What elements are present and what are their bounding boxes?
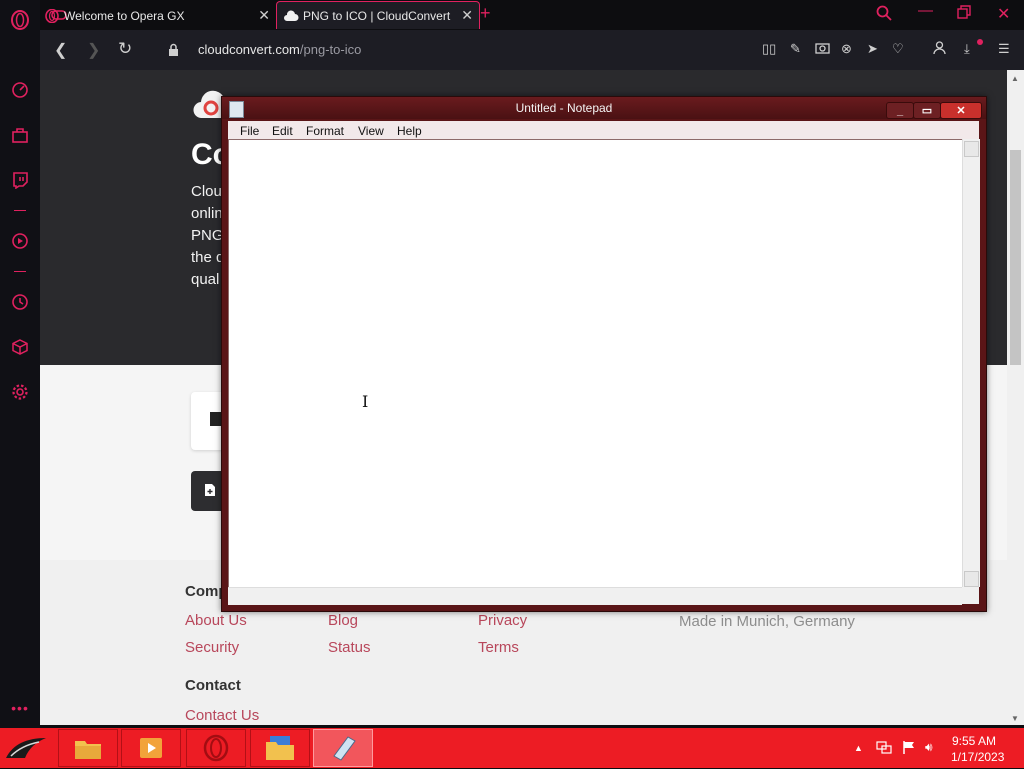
cloud-tab-icon — [283, 8, 299, 24]
text-cursor-icon: I — [362, 392, 369, 411]
rog-start-icon[interactable] — [3, 732, 49, 764]
menu-help[interactable]: Help — [397, 124, 422, 138]
menu-file[interactable]: File — [240, 124, 259, 138]
opera-logo-icon[interactable] — [10, 10, 30, 30]
opera-sidebar: ••• — [0, 0, 40, 728]
footer-link-security[interactable]: Security — [185, 639, 239, 656]
tab-cloudconvert[interactable]: PNG to ICO | CloudConvert ✕ — [276, 1, 480, 29]
notepad-vertical-scrollbar[interactable] — [962, 139, 980, 587]
edit-icon[interactable]: ✎ — [790, 41, 801, 57]
tab-close-icon[interactable]: ✕ — [258, 7, 270, 24]
menu-edit[interactable]: Edit — [272, 124, 293, 138]
minimize-icon[interactable]: — — [918, 2, 933, 19]
taskbar-media-player[interactable] — [121, 729, 181, 767]
page-scrollbar-thumb[interactable] — [1010, 150, 1021, 365]
hero-text-line: qual — [191, 271, 220, 288]
notepad-text-area[interactable] — [228, 139, 964, 589]
tray-overflow-icon[interactable]: ▲ — [854, 743, 863, 753]
menu-view[interactable]: View — [358, 124, 384, 138]
download-icon[interactable]: ⤓ — [964, 41, 970, 57]
adblock-icon[interactable]: ⊗ — [841, 41, 852, 57]
address-bar: ❮ ❯ ↻ cloudconvert.com/png-to-ico ▯▯ ✎ ⊗… — [40, 30, 1024, 70]
footer-contact-heading: Contact — [185, 677, 241, 694]
sidebar-divider — [14, 210, 26, 211]
extensions-cube-icon[interactable] — [10, 337, 30, 357]
download-badge — [977, 39, 983, 45]
notepad-minimize-button[interactable]: _ — [886, 102, 914, 119]
file-plus-icon — [204, 483, 216, 500]
notepad-title-bar[interactable]: Untitled - Notepad _ ▭ ✕ — [222, 97, 986, 119]
hero-text-line: Clou — [191, 183, 222, 200]
search-icon[interactable] — [876, 5, 892, 25]
hero-text-line: the d — [191, 249, 225, 266]
restore-icon[interactable] — [957, 5, 971, 23]
heart-icon[interactable]: ♡ — [892, 41, 904, 57]
notepad-scroll-down-icon[interactable] — [964, 571, 979, 587]
taskbar-folders[interactable] — [250, 729, 310, 767]
footer-link-status[interactable]: Status — [328, 639, 371, 656]
notepad-close-button[interactable]: ✕ — [940, 102, 982, 119]
notepad-maximize-button[interactable]: ▭ — [913, 102, 941, 119]
player-icon[interactable] — [10, 231, 30, 251]
taskbar-file-explorer[interactable] — [58, 729, 118, 767]
history-icon[interactable] — [10, 292, 30, 312]
easy-setup-menu-icon[interactable]: ☰ — [998, 41, 1010, 57]
hero-text-line: onlin — [191, 205, 223, 222]
tab-close-icon[interactable]: ✕ — [461, 7, 473, 24]
tray-action-center-flag-icon[interactable] — [901, 740, 917, 758]
tab-label: PNG to ICO | CloudConvert — [303, 8, 451, 23]
footer-link-contact[interactable]: Contact Us — [185, 707, 259, 724]
tray-network-icon[interactable] — [876, 740, 892, 757]
notepad-window[interactable]: Untitled - Notepad _ ▭ ✕ File Edit Forma… — [221, 96, 987, 612]
scroll-up-arrow-icon[interactable]: ▲ — [1011, 74, 1019, 83]
taskbar-notepad[interactable] — [313, 729, 373, 767]
forward-icon[interactable]: ❯ — [87, 40, 100, 60]
notepad-resize-grip[interactable] — [962, 587, 979, 604]
more-dots-icon[interactable]: ••• — [10, 698, 30, 718]
settings-gear-icon[interactable] — [10, 382, 30, 402]
footer-link-terms[interactable]: Terms — [478, 639, 519, 656]
url-host: cloudconvert.com — [198, 42, 300, 57]
new-tab-plus-icon[interactable]: + — [480, 3, 491, 24]
reader-icon[interactable]: ▯▯ — [762, 41, 776, 57]
notepad-title: Untitled - Notepad — [515, 101, 613, 115]
url-field[interactable]: cloudconvert.com/png-to-ico — [198, 42, 361, 57]
tab-welcome[interactable]: Welcome to Opera GX ✕ — [40, 2, 276, 29]
taskbar-clock-time[interactable]: 9:55 AM — [952, 734, 996, 748]
taskbar-opera-gx[interactable] — [186, 729, 246, 767]
sidebar-divider — [14, 271, 26, 272]
gx-corner-icon[interactable] — [10, 125, 30, 145]
footer-link-about[interactable]: About Us — [185, 612, 247, 629]
footer-location-note: Made in Munich, Germany — [679, 613, 855, 630]
footer-link-blog[interactable]: Blog — [328, 612, 358, 629]
taskbar-clock-date[interactable]: 1/17/2023 — [951, 750, 1004, 764]
send-icon[interactable]: ➤ — [867, 41, 878, 57]
scroll-down-arrow-icon[interactable]: ▼ — [1011, 714, 1019, 723]
opera-tab-icon — [44, 8, 60, 24]
tray-volume-icon[interactable]: 🔊︎ — [925, 740, 933, 755]
lock-icon[interactable] — [168, 43, 179, 62]
twitch-icon[interactable] — [10, 170, 30, 190]
notepad-horizontal-scrollbar[interactable] — [228, 587, 962, 605]
back-icon[interactable]: ❮ — [54, 40, 67, 60]
reload-icon[interactable]: ↻ — [118, 39, 132, 59]
menu-format[interactable]: Format — [306, 124, 344, 138]
url-path: /png-to-ico — [299, 42, 362, 57]
snapshot-camera-icon[interactable] — [815, 41, 830, 57]
notepad-scroll-up-icon[interactable] — [964, 141, 979, 157]
footer-link-privacy[interactable]: Privacy — [478, 612, 527, 629]
tab-label: Welcome to Opera GX — [64, 8, 185, 23]
close-window-icon[interactable]: ✕ — [997, 4, 1010, 24]
hero-text-line: PNG — [191, 227, 224, 244]
account-icon[interactable] — [933, 41, 946, 58]
gx-control-icon[interactable] — [10, 80, 30, 100]
notepad-menu-bar: File Edit Format View Help — [228, 121, 979, 139]
